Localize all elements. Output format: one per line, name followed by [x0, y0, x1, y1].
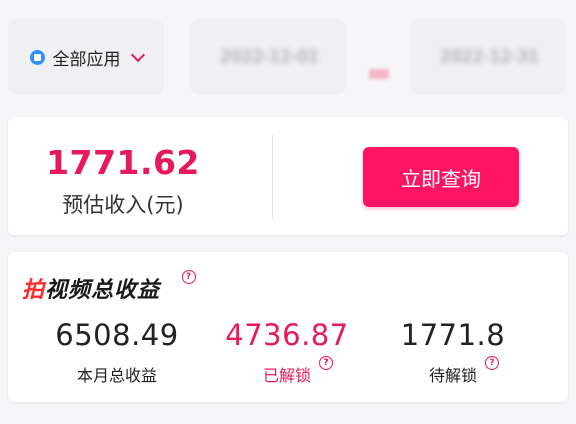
stat-unlocked: 4736.87 已解锁 ? — [194, 318, 380, 386]
start-date-value: 2022-12-01 — [220, 47, 319, 67]
stat-value: 6508.49 — [55, 318, 179, 352]
help-icon[interactable]: ? — [485, 356, 499, 370]
stat-label: 已解锁 — [262, 366, 311, 385]
income-summary-card: 1771.62 预估收入(元) 立即查询 — [8, 117, 568, 235]
stat-label: 待解锁 — [428, 366, 477, 385]
stat-value: 1771.8 — [400, 318, 506, 352]
chevron-down-icon — [130, 47, 145, 62]
divider — [272, 135, 273, 219]
stat-value: 4736.87 — [225, 318, 349, 352]
end-date-picker[interactable]: 2022-12-31 — [410, 19, 566, 95]
help-icon[interactable]: ? — [182, 270, 196, 284]
query-button[interactable]: 立即查询 — [363, 147, 519, 207]
help-icon[interactable]: ? — [319, 356, 333, 370]
filter-row: 全部应用 2022-12-01 2022-12-31 — [0, 19, 576, 97]
stat-pending: 1771.8 待解锁 ? — [360, 318, 546, 386]
stats-row: 6508.49 本月总收益 4736.87 已解锁 ? 1771.8 待解锁 ? — [8, 318, 568, 388]
video-earnings-card: 拍视频总收益 ? 6508.49 本月总收益 4736.87 已解锁 ? 177… — [8, 252, 568, 402]
date-range-separator — [369, 69, 389, 79]
app-filter-dropdown[interactable]: 全部应用 — [8, 19, 164, 95]
stat-label-wrap: 已解锁 ? — [262, 356, 333, 386]
stat-label-wrap: 待解锁 ? — [428, 356, 499, 386]
estimated-income-label: 预估收入(元) — [62, 193, 184, 217]
estimated-income-amount: 1771.62 — [46, 143, 200, 182]
start-date-picker[interactable]: 2022-12-01 — [190, 19, 346, 95]
end-date-value: 2022-12-31 — [440, 47, 539, 67]
app-icon — [29, 49, 45, 65]
earnings-page: 全部应用 2022-12-01 2022-12-31 1771.62 预估收入(… — [0, 0, 576, 424]
app-filter-label: 全部应用 — [52, 49, 121, 70]
stat-label: 本月总收益 — [76, 366, 157, 385]
stat-monthly-total: 6508.49 本月总收益 — [24, 318, 210, 386]
section-title-accent: 拍 — [22, 278, 46, 303]
section-title-text: 视频总收益 — [45, 278, 161, 303]
section-title: 拍视频总收益 ? — [22, 270, 196, 304]
